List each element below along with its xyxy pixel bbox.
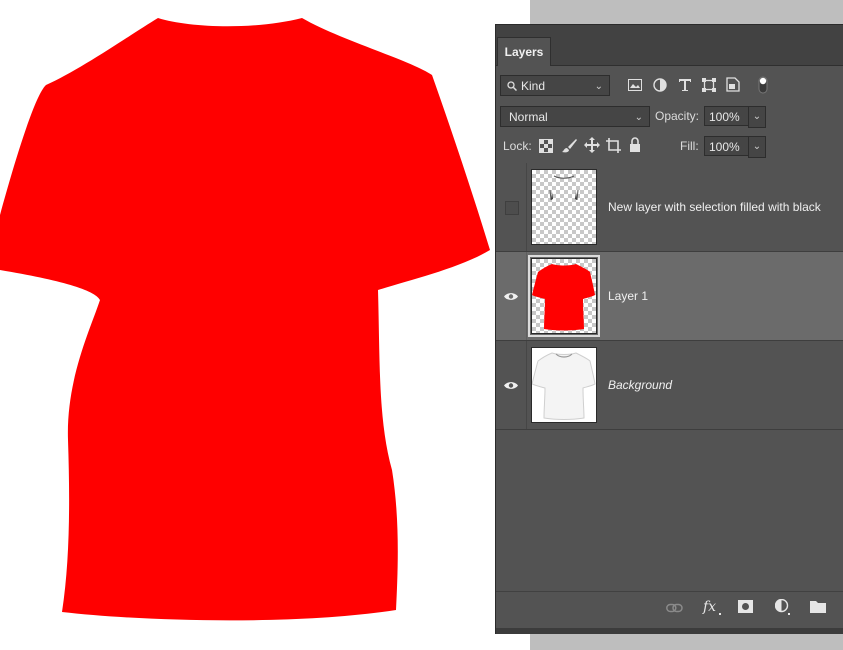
visibility-toggle[interactable] xyxy=(496,252,527,340)
red-shirt-thumbnail xyxy=(532,264,595,331)
layer-thumbnail xyxy=(528,255,600,337)
fill-value: 100% xyxy=(709,140,740,154)
chevron-down-icon[interactable]: ⌄ xyxy=(748,136,766,158)
type-layer-filter-icon[interactable] xyxy=(678,78,692,92)
opacity-value: 100% xyxy=(709,110,740,124)
chevron-down-icon[interactable]: ⌄ xyxy=(748,106,766,128)
blend-mode-value: Normal xyxy=(509,110,548,124)
panel-tab-bar: Layers xyxy=(496,25,843,66)
panel-resize-bar[interactable] xyxy=(496,628,843,634)
fill-label: Fill: xyxy=(680,139,699,153)
hidden-visibility-box xyxy=(505,201,519,215)
white-shirt-thumbnail xyxy=(531,352,596,420)
chevron-down-icon: ⌄ xyxy=(634,112,643,123)
layer-row-new-layer[interactable]: New layer with selection filled with bla… xyxy=(496,163,843,252)
black-shirt-outline-thumbnail xyxy=(549,175,579,201)
opacity-input[interactable]: 100% ⌄ xyxy=(704,106,766,128)
lock-artboard-crop-icon[interactable] xyxy=(606,138,621,153)
layers-panel: Layers Kind ⌄ Normal ⌄ Opacity: 100% ⌄ L… xyxy=(495,24,843,634)
fx-layer-style-icon[interactable]: fx xyxy=(702,598,722,616)
tab-layers[interactable]: Layers xyxy=(497,37,551,66)
adjustment-layer-filter-icon[interactable] xyxy=(653,78,667,92)
new-adjustment-layer-icon[interactable] xyxy=(775,599,791,616)
fill-input[interactable]: 100% ⌄ xyxy=(704,136,766,158)
add-layer-mask-icon[interactable] xyxy=(738,600,753,613)
lock-pixels-brush-icon[interactable] xyxy=(562,138,577,153)
layer-thumbnail xyxy=(531,347,597,423)
pixel-layer-filter-icon[interactable] xyxy=(628,79,642,91)
panel-footer: fx xyxy=(496,591,843,628)
layer-name[interactable]: Background xyxy=(608,341,672,429)
opacity-label: Opacity: xyxy=(655,109,700,123)
filter-toggle-icon[interactable] xyxy=(758,76,768,94)
document-canvas[interactable] xyxy=(0,0,530,650)
visibility-toggle[interactable] xyxy=(496,163,527,251)
layer-row-layer-1[interactable]: Layer 1 xyxy=(496,252,843,341)
layer-thumbnail xyxy=(531,169,597,245)
lock-all-icon[interactable] xyxy=(629,137,641,152)
visibility-toggle[interactable] xyxy=(496,341,527,429)
red-tshirt-image xyxy=(0,18,490,621)
new-group-folder-icon[interactable] xyxy=(810,600,826,613)
search-icon xyxy=(507,81,517,91)
svg-text:fx: fx xyxy=(702,599,716,615)
layer-row-background[interactable]: Background xyxy=(496,341,843,430)
link-layers-icon[interactable] xyxy=(666,603,683,613)
lock-transparency-icon[interactable] xyxy=(539,139,553,153)
lock-position-move-icon[interactable] xyxy=(584,137,600,153)
filter-row: Kind ⌄ xyxy=(496,73,843,99)
filter-kind-select[interactable]: Kind ⌄ xyxy=(500,75,610,96)
smart-object-filter-icon[interactable] xyxy=(726,77,740,92)
chevron-down-icon: ⌄ xyxy=(594,81,603,92)
layer-name[interactable]: New layer with selection filled with bla… xyxy=(608,163,821,251)
lock-label: Lock: xyxy=(503,139,532,153)
eye-icon xyxy=(504,293,518,300)
filter-kind-value: Kind xyxy=(521,79,546,93)
shape-layer-filter-icon[interactable] xyxy=(702,78,716,92)
blend-mode-select[interactable]: Normal ⌄ xyxy=(500,106,650,127)
blend-opacity-row: Normal ⌄ Opacity: 100% ⌄ xyxy=(496,105,843,129)
lock-fill-row: Lock: Fill: 100% ⌄ xyxy=(496,135,843,159)
layer-name[interactable]: Layer 1 xyxy=(608,252,648,340)
eye-icon xyxy=(504,382,518,389)
